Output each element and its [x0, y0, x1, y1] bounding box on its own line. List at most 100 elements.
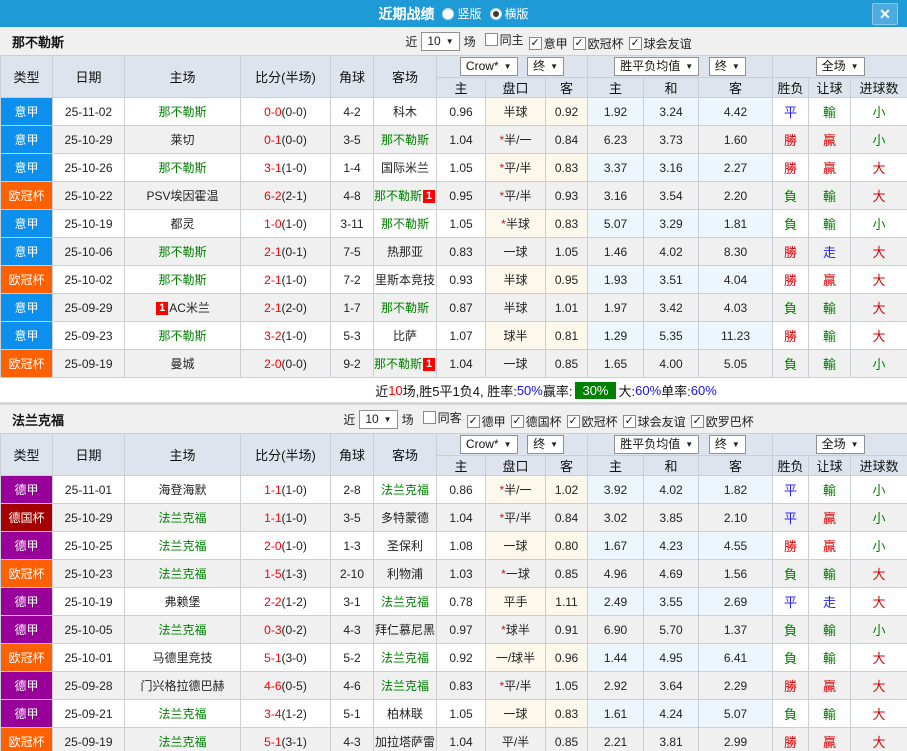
competition-badge: 意甲 — [0, 293, 53, 322]
layout-radio-horizontal[interactable]: 横版 — [489, 5, 529, 22]
date-cell: 25-10-05 — [52, 615, 125, 644]
score-cell: 1-0(1-0) — [240, 209, 331, 238]
avg-final-select[interactable]: 终 ▼ — [708, 435, 746, 454]
avg-draw-cell: 3.81 — [643, 727, 700, 751]
filter-checkbox[interactable]: 同客 — [422, 409, 462, 426]
filter-checkbox[interactable]: ✓ 德甲 — [466, 413, 506, 430]
summary-part: 场,胜5平1负4, 胜率: — [402, 383, 517, 399]
corner-cell: 1-4 — [330, 153, 374, 182]
fulltime-score: 1-1 — [264, 482, 282, 497]
scope-select[interactable]: 全场 ▼ — [815, 57, 865, 76]
recent-results-panel: 近期战绩 竖版 横版 ✕ 那不勒斯 近 10 ▼ 场 同主 ✓ 意甲 ✓ 欧冠杯… — [0, 0, 907, 751]
corner-cell: 2-8 — [330, 475, 374, 504]
competition-badge: 德甲 — [0, 475, 53, 504]
subcol-home-odds: 主 — [436, 455, 486, 476]
filter-checkbox[interactable]: ✓ 球会友谊 — [628, 35, 692, 52]
avg-home-cell: 3.02 — [587, 503, 645, 532]
competition-badge: 德甲 — [0, 615, 53, 644]
handicap-result-cell: 贏 — [808, 671, 852, 700]
competition-badge: 德甲 — [0, 531, 53, 560]
result-cell: 負 — [772, 615, 810, 644]
col-header-corner: 角球 — [330, 433, 374, 476]
home-odds-cell: 0.95 — [436, 181, 486, 210]
filter-checkbox[interactable]: ✓ 德国杯 — [510, 413, 562, 430]
col-header-type: 类型 — [0, 433, 53, 476]
avg-odds-select[interactable]: 胜平负均值 ▼ — [614, 57, 700, 76]
checkbox-label: 球会友谊 — [643, 36, 692, 51]
avg-draw-cell: 3.85 — [643, 503, 700, 532]
match-row: 欧冠杯 25-09-19 法兰克福 5-1(3-1) 4-3 加拉塔萨雷 1.04 平/半 0.… — [0, 727, 907, 751]
col-header-date: 日期 — [52, 433, 125, 476]
avg-home-cell: 1.92 — [587, 97, 645, 126]
date-cell: 25-10-06 — [52, 237, 125, 266]
avg-away-cell: 1.82 — [698, 475, 774, 504]
corner-cell: 4-6 — [330, 671, 374, 700]
competition-badge: 德甲 — [0, 587, 53, 616]
corner-cell: 1-3 — [330, 531, 374, 560]
score-cell: 0-0(0-0) — [240, 97, 331, 126]
home-team-cell: 马德里竞技 — [124, 643, 241, 672]
scope-select[interactable]: 全场 ▼ — [815, 435, 865, 454]
radio-label: 横版 — [504, 7, 529, 21]
score-cell: 0-1(0-0) — [240, 125, 331, 154]
away-team-cell: 那不勒斯 1 — [373, 181, 437, 210]
corner-cell: 9-2 — [330, 349, 374, 378]
away-odds-cell: 0.83 — [544, 699, 589, 728]
team-name-text: 那不勒斯 — [380, 133, 429, 147]
odds-final-select[interactable]: 终 ▼ — [527, 435, 565, 454]
match-row: 意甲 25-10-06 那不勒斯 2-1(0-1) 7-5 热那亚 0.83 一球 1.05 1.… — [0, 237, 907, 266]
halftime-score: (1-0) — [281, 160, 307, 175]
checkbox-label: 欧冠杯 — [581, 414, 618, 429]
result-cell: 平 — [772, 587, 810, 616]
away-odds-cell: 0.96 — [544, 643, 589, 672]
subcol-avg-away: 客 — [698, 77, 774, 98]
match-count-select[interactable]: 10 ▼ — [421, 31, 460, 51]
layout-radio-vertical[interactable]: 竖版 — [442, 5, 482, 22]
close-button[interactable]: ✕ — [872, 3, 898, 25]
competition-badge: 德甲 — [0, 671, 53, 700]
team-name: 法兰克福 — [12, 412, 65, 428]
filter-checkbox[interactable]: ✓ 意甲 — [528, 35, 568, 52]
avg-odds-select[interactable]: 胜平负均值 ▼ — [614, 435, 700, 454]
away-team-cell: 加拉塔萨雷 — [373, 727, 437, 751]
team-name-text: 拜仁慕尼黑 — [374, 623, 435, 637]
avg-final-value: 终 — [714, 59, 727, 73]
team-name-text: 那不勒斯 — [374, 357, 423, 371]
competition-badge: 欧冠杯 — [0, 181, 53, 210]
avg-away-cell: 4.03 — [698, 293, 774, 322]
match-count-select[interactable]: 10 ▼ — [359, 409, 398, 429]
filter-checkbox[interactable]: ✓ 球会友谊 — [622, 413, 686, 430]
halftime-score: (1-2) — [281, 706, 307, 721]
team-name-text: 法兰克福 — [158, 539, 207, 553]
corner-cell: 3-11 — [330, 209, 374, 238]
date-cell: 25-09-19 — [52, 349, 125, 378]
avg-away-cell: 5.05 — [698, 349, 774, 378]
odds-final-select[interactable]: 终 ▼ — [527, 57, 565, 76]
away-team-cell: 法兰克福 — [373, 475, 437, 504]
team-name-text: 法兰克福 — [158, 511, 207, 525]
home-team-cell: 1 AC米兰 — [124, 293, 241, 322]
subcol-avg-home: 主 — [587, 77, 645, 98]
titlebar: 近期战绩 竖版 横版 ✕ — [0, 0, 907, 27]
goals-result-cell: 大 — [850, 293, 907, 322]
team-name-text: 热那亚 — [386, 245, 423, 259]
fulltime-score: 2-0 — [264, 356, 282, 371]
away-odds-cell: 0.92 — [544, 97, 589, 126]
halftime-score: (1-0) — [281, 510, 307, 525]
filter-checkbox[interactable]: ✓ 欧冠杯 — [566, 413, 618, 430]
filter-checkbox[interactable]: 同主 — [484, 31, 524, 48]
handicap-result-cell: 走 — [808, 587, 852, 616]
odds-company-select[interactable]: Crow* ▼ — [459, 435, 518, 454]
summary-part: 大: — [618, 383, 636, 399]
filter-checkbox[interactable]: ✓ 欧罗巴杯 — [690, 413, 754, 430]
subcol-avg-home: 主 — [587, 455, 645, 476]
odds-company-select[interactable]: Crow* ▼ — [459, 57, 518, 76]
filter-checkbox[interactable]: ✓ 欧冠杯 — [572, 35, 624, 52]
checkbox-icon: ✓ — [528, 36, 542, 50]
avg-home-cell: 2.92 — [587, 671, 645, 700]
avg-odds-value: 胜平负均值 — [620, 437, 681, 451]
avg-home-cell: 3.37 — [587, 153, 645, 182]
avg-final-select[interactable]: 终 ▼ — [708, 57, 746, 76]
filter-suffix-label: 场 — [463, 34, 476, 49]
team-name-text: 法兰克福 — [158, 707, 207, 721]
